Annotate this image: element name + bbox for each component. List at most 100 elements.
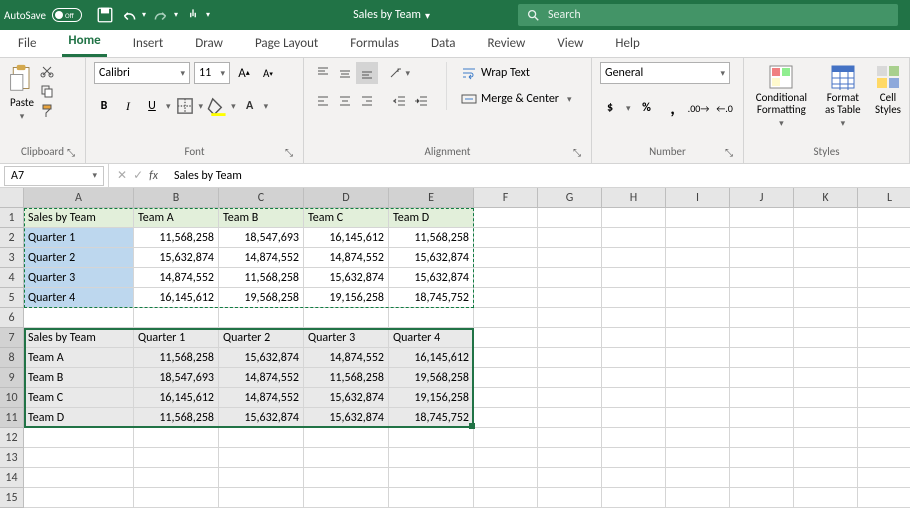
autosave-toggle[interactable]: AutoSave Off [4, 8, 82, 22]
cell-J12[interactable] [730, 428, 794, 448]
cell-E6[interactable] [389, 308, 474, 328]
row-header-13[interactable]: 13 [0, 448, 24, 468]
tab-data[interactable]: Data [425, 36, 462, 57]
increase-indent-icon[interactable] [410, 90, 432, 112]
cell-E5[interactable]: 18,745,752 [389, 288, 474, 308]
cell-K10[interactable] [794, 388, 858, 408]
cancel-formula-icon[interactable]: ✕ [117, 168, 127, 183]
row-header-12[interactable]: 12 [0, 428, 24, 448]
cell-G8[interactable] [538, 348, 602, 368]
cell-H10[interactable] [602, 388, 666, 408]
cell-K8[interactable] [794, 348, 858, 368]
cell-E9[interactable]: 19,568,258 [389, 368, 474, 388]
cell-D10[interactable]: 15,632,874 [304, 388, 389, 408]
alignment-dialog-icon[interactable]: ⤡ [573, 146, 581, 160]
cell-H7[interactable] [602, 328, 666, 348]
cell-A5[interactable]: Quarter 4 [24, 288, 134, 308]
cell-C9[interactable]: 14,874,552 [219, 368, 304, 388]
cell-I11[interactable] [666, 408, 730, 428]
undo-dropdown-icon[interactable]: ▾ [142, 10, 146, 20]
cell-F7[interactable] [474, 328, 538, 348]
cell-E3[interactable]: 15,632,874 [389, 248, 474, 268]
cell-F1[interactable] [474, 208, 538, 228]
cell-E8[interactable]: 16,145,612 [389, 348, 474, 368]
cell-E12[interactable] [389, 428, 474, 448]
cell-L5[interactable] [858, 288, 910, 308]
align-right-icon[interactable] [356, 90, 378, 112]
cell-C8[interactable]: 15,632,874 [219, 348, 304, 368]
decrease-indent-icon[interactable] [388, 90, 410, 112]
cell-B4[interactable]: 14,874,552 [134, 268, 219, 288]
cell-A2[interactable]: Quarter 1 [24, 228, 134, 248]
cell-B12[interactable] [134, 428, 219, 448]
italic-button[interactable]: I [118, 96, 138, 116]
cell-J15[interactable] [730, 488, 794, 508]
formula-input[interactable]: Sales by Team [166, 164, 910, 187]
row-header-1[interactable]: 1 [0, 208, 24, 228]
redo-dropdown-icon[interactable]: ▾ [174, 10, 178, 20]
align-left-icon[interactable] [312, 90, 334, 112]
cell-K14[interactable] [794, 468, 858, 488]
doc-title[interactable]: Sales by Team▾ [353, 8, 430, 22]
cell-I6[interactable] [666, 308, 730, 328]
cell-K3[interactable] [794, 248, 858, 268]
cell-C7[interactable]: Quarter 2 [219, 328, 304, 348]
tab-file[interactable]: File [12, 36, 42, 57]
cell-K11[interactable] [794, 408, 858, 428]
cell-G11[interactable] [538, 408, 602, 428]
cell-C6[interactable] [219, 308, 304, 328]
touch-mode-icon[interactable] [184, 6, 202, 24]
cell-F4[interactable] [474, 268, 538, 288]
cell-D9[interactable]: 11,568,258 [304, 368, 389, 388]
cell-A9[interactable]: Team B [24, 368, 134, 388]
cell-H8[interactable] [602, 348, 666, 368]
cell-G6[interactable] [538, 308, 602, 328]
cell-K6[interactable] [794, 308, 858, 328]
cell-C11[interactable]: 15,632,874 [219, 408, 304, 428]
cell-D7[interactable]: Quarter 3 [304, 328, 389, 348]
cell-L1[interactable] [858, 208, 910, 228]
cell-G7[interactable] [538, 328, 602, 348]
font-name-combo[interactable]: Calibri▾ [94, 62, 190, 84]
col-header-D[interactable]: D [304, 188, 389, 208]
number-dialog-icon[interactable]: ⤡ [725, 146, 733, 160]
cell-G2[interactable] [538, 228, 602, 248]
cell-A6[interactable] [24, 308, 134, 328]
cell-A3[interactable]: Quarter 2 [24, 248, 134, 268]
enter-formula-icon[interactable]: ✓ [133, 168, 143, 183]
format-painter-icon[interactable] [40, 104, 54, 118]
bold-button[interactable]: B [94, 96, 114, 116]
borders-dropdown-icon[interactable]: ▾ [199, 101, 204, 112]
underline-dropdown-icon[interactable]: ▾ [166, 101, 171, 112]
cell-C4[interactable]: 11,568,258 [219, 268, 304, 288]
cell-E1[interactable]: Team D [389, 208, 474, 228]
cell-B2[interactable]: 11,568,258 [134, 228, 219, 248]
cell-A12[interactable] [24, 428, 134, 448]
cell-J13[interactable] [730, 448, 794, 468]
align-bottom-icon[interactable] [356, 62, 378, 84]
col-header-I[interactable]: I [666, 188, 730, 208]
cell-E11[interactable]: 18,745,752 [389, 408, 474, 428]
cell-C15[interactable] [219, 488, 304, 508]
cell-B8[interactable]: 11,568,258 [134, 348, 219, 368]
row-header-11[interactable]: 11 [0, 408, 24, 428]
name-box[interactable]: A7▾ [4, 166, 104, 186]
cell-F6[interactable] [474, 308, 538, 328]
cell-I13[interactable] [666, 448, 730, 468]
cell-E14[interactable] [389, 468, 474, 488]
tab-page-layout[interactable]: Page Layout [249, 36, 324, 57]
tab-insert[interactable]: Insert [127, 36, 170, 57]
col-header-C[interactable]: C [219, 188, 304, 208]
cut-icon[interactable] [40, 64, 54, 78]
cell-G9[interactable] [538, 368, 602, 388]
cell-H15[interactable] [602, 488, 666, 508]
cell-A1[interactable]: Sales by Team [24, 208, 134, 228]
cell-L10[interactable] [858, 388, 910, 408]
cell-K15[interactable] [794, 488, 858, 508]
cell-L9[interactable] [858, 368, 910, 388]
font-dialog-icon[interactable]: ⤡ [285, 146, 293, 160]
cell-F2[interactable] [474, 228, 538, 248]
cell-I10[interactable] [666, 388, 730, 408]
cell-L15[interactable] [858, 488, 910, 508]
cell-I5[interactable] [666, 288, 730, 308]
